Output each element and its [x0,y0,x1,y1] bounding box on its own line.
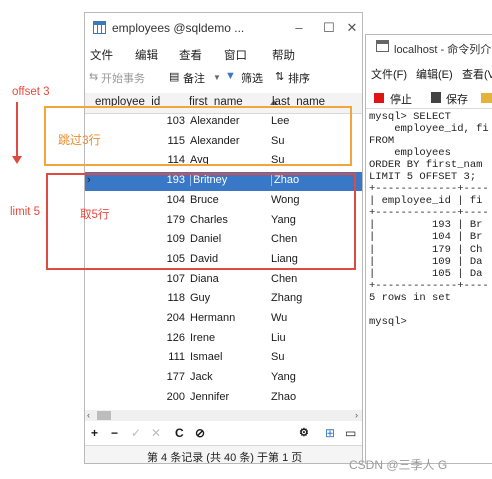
console-output[interactable]: mysql> SELECT employee_id, fi FROM emplo… [369,111,492,328]
notes-dropdown-icon[interactable]: ▼ [213,73,221,82]
record-nav-bar: + − ✓ ✕ C ⊘ ⚙ ⊞ ▭ [85,424,362,444]
watermark: CSDN @三季人 G [349,458,448,472]
stop-button[interactable]: ⊘ [195,426,205,440]
window-title: employees @sqldemo ... [112,21,245,35]
cell-first-name[interactable]: Irene [190,332,215,344]
console-menu-edit[interactable]: 编辑(E) [416,66,453,82]
sort-icon: ⇅ [275,71,285,83]
form-view-icon[interactable]: ▭ [345,426,356,440]
delete-record-button[interactable]: − [111,426,118,440]
limit-annotation: limit 5 [10,206,41,218]
cell-employee-id[interactable]: 200 [105,391,185,403]
mysql-console-window: localhost - 命令列介 文件(F) 编辑(E) 查看(V 停止 保存 … [365,34,492,464]
status-bar: 第 4 条记录 (共 40 条) 于第 1 页 [85,445,362,464]
menu-window[interactable]: 窗口 [224,47,247,63]
cell-employee-id[interactable]: 204 [105,312,185,324]
scroll-left-icon[interactable]: ‹ [87,410,90,420]
maximize-button[interactable]: ☐ [320,19,338,37]
close-button[interactable]: ✕ [343,19,361,37]
cell-employee-id[interactable]: 107 [105,273,185,285]
record-status: 第 4 条记录 (共 40 条) 于第 1 页 [147,452,303,464]
cell-last-name[interactable]: Su [271,351,284,363]
begin-transaction-button[interactable]: 开始事务 [101,70,145,86]
refresh-button[interactable]: C [175,426,184,440]
table-row[interactable]: 204 Hermann Wu [85,310,362,329]
down-arrow-icon [12,102,22,164]
console-window-title: localhost - 命令列介 [394,44,492,56]
cell-last-name[interactable]: Zhang [271,292,302,304]
menu-help[interactable]: 帮助 [272,47,295,63]
folder-icon[interactable] [481,93,492,103]
console-stop-button[interactable]: 停止 [390,91,412,107]
table-toolbar: ⇆ 开始事务 ▤ 备注 ▼ ▼ 筛选 ⇅ 排序 [85,67,362,89]
console-toolbar: 停止 保存 [366,88,492,109]
table-row[interactable]: 177 Jack Yang [85,369,362,388]
console-title-bar: localhost - 命令列介 [366,35,492,59]
console-menu-file[interactable]: 文件(F) [371,66,407,82]
console-menu-bar: 文件(F) 编辑(E) 查看(V [366,63,492,83]
console-icon [376,40,389,52]
discard-changes-button[interactable]: ✕ [151,426,161,440]
table-row[interactable]: 111 Ismael Su [85,349,362,368]
cell-last-name[interactable]: Chen [271,273,297,285]
cell-first-name[interactable]: Jennifer [190,391,229,403]
notes-icon: ▤ [169,71,180,83]
title-bar: employees @sqldemo ... – ☐ ✕ [85,13,362,43]
menu-edit[interactable]: 编辑 [135,47,158,63]
cell-first-name[interactable]: Jack [190,371,213,383]
grid-view-icon[interactable]: ⊞ [325,426,335,440]
cell-first-name[interactable]: Guy [190,292,210,304]
menu-file[interactable]: 文件 [90,47,113,63]
add-record-button[interactable]: + [91,426,98,440]
take-annotation: 取5行 [80,209,110,221]
table-icon [93,21,106,34]
stop-icon [374,93,384,103]
begin-transaction-icon: ⇆ [89,71,99,83]
console-menu-view[interactable]: 查看(V [462,66,492,82]
skip-annotation: 跳过3行 [58,133,101,147]
cell-employee-id[interactable]: 126 [105,332,185,344]
cell-employee-id[interactable]: 177 [105,371,185,383]
scrollbar-thumb[interactable] [97,411,111,420]
table-row[interactable]: 200 Jennifer Zhao [85,389,362,408]
sort-button[interactable]: 排序 [288,70,310,86]
table-row[interactable]: 118 Guy Zhang [85,290,362,309]
notes-button[interactable]: 备注 [183,70,205,86]
cell-last-name[interactable]: Yang [271,371,296,383]
cell-last-name[interactable]: Wu [271,312,287,324]
settings-gear-icon[interactable]: ⚙ [299,426,309,439]
offset-annotation: offset 3 [12,86,50,98]
scroll-right-icon[interactable]: › [355,410,358,420]
minimize-button[interactable]: – [290,19,308,37]
filter-button[interactable]: 筛选 [241,70,263,86]
apply-changes-button[interactable]: ✓ [131,426,141,440]
menu-bar: 文件 编辑 查看 窗口 帮助 [85,44,362,64]
table-row[interactable]: 107 Diana Chen [85,271,362,290]
cell-employee-id[interactable]: 111 [105,351,185,363]
cell-first-name[interactable]: Hermann [190,312,235,324]
table-row[interactable]: 126 Irene Liu [85,330,362,349]
horizontal-scrollbar[interactable]: ‹ › [85,410,362,421]
menu-view[interactable]: 查看 [179,47,202,63]
cell-first-name[interactable]: Ismael [190,351,222,363]
cell-first-name[interactable]: Diana [190,273,219,285]
save-icon [431,92,441,103]
cell-employee-id[interactable]: 118 [105,292,185,304]
cell-last-name[interactable]: Liu [271,332,286,344]
cell-last-name[interactable]: Zhao [271,391,296,403]
console-save-button[interactable]: 保存 [446,91,468,107]
filter-icon: ▼ [225,70,236,82]
